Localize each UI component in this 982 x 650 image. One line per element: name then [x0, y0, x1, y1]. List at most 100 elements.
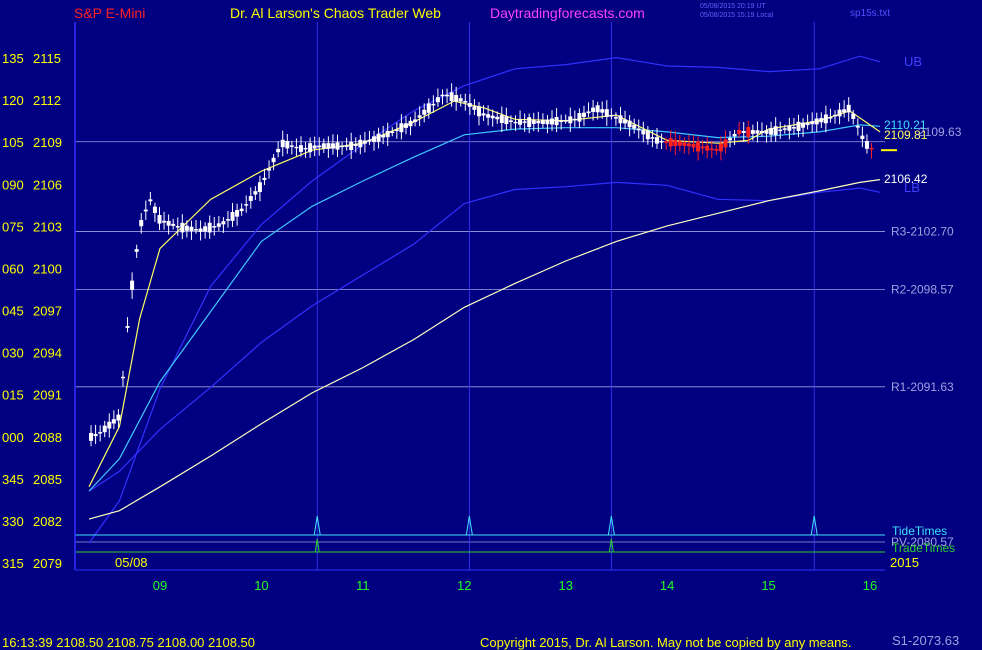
price-bar-body-62 [367, 139, 372, 142]
level-label-2: R2-2098.57 [891, 282, 954, 296]
date-label: 05/08 [115, 555, 148, 570]
price-bar-body-123 [645, 130, 650, 140]
price-bar-body-79 [445, 94, 450, 97]
x-tick-11: 11 [356, 578, 370, 593]
price-bar-body-148 [759, 130, 764, 133]
price-bar-body-67 [390, 131, 395, 134]
price-bar-body-82 [458, 98, 463, 102]
price-bar-body-147 [755, 130, 760, 134]
price-bar-body-54 [330, 143, 335, 149]
series-line-ema-fast [88, 100, 881, 488]
price-bar-body-57 [344, 145, 349, 147]
price-bar-body-163 [828, 117, 833, 119]
price-bar-body-38 [257, 182, 262, 193]
price-bar-body-63 [372, 136, 377, 142]
price-bar-body-58 [349, 141, 354, 151]
scale-file-label: sp15s.txt [850, 8, 890, 19]
price-bar-body-21 [180, 222, 185, 233]
y-tick-price-2094: 2094 [33, 346, 62, 361]
y-tick-deg-000: 000 [2, 430, 24, 445]
price-bar-body-23 [189, 226, 194, 232]
price-bar-body-18 [166, 220, 171, 226]
price-bar-body-122 [641, 129, 646, 135]
price-bar-body-127 [664, 141, 669, 143]
value-label-level: 2109.63 [918, 125, 962, 139]
footer-quote: 16:13:39 2108.50 2108.75 2108.00 2108.50 [2, 635, 255, 650]
price-bar-body-29 [216, 223, 221, 227]
band-label-ub: UB [904, 54, 922, 69]
price-bar-body-55 [335, 142, 340, 150]
price-bar-body-83 [463, 100, 468, 103]
price-bar-body-51 [317, 145, 322, 148]
price-bar-body-117 [618, 115, 623, 124]
price-bar-body-89 [490, 115, 495, 119]
price-bar-body-37 [253, 191, 258, 195]
price-bar-body-46 [294, 146, 299, 149]
price-bar-body-76 [431, 103, 436, 106]
price-bar-body-135 [700, 146, 705, 149]
y-tick-deg-090: 090 [2, 177, 24, 192]
price-bar-body-93 [508, 120, 513, 122]
trade-times-label: TradeTimes [892, 541, 955, 555]
y-tick-price-2109: 2109 [33, 135, 62, 150]
price-bar-body-47 [298, 145, 303, 152]
price-bar-body-69 [399, 123, 404, 133]
price-bar-body-155 [791, 127, 796, 129]
price-bar-body-165 [837, 109, 842, 117]
price-bar-body-7 [116, 414, 121, 421]
site-url-link[interactable]: Daytradingforecasts.com [490, 5, 645, 21]
price-bar-body-168 [851, 113, 856, 119]
price-bar-body-44 [285, 141, 290, 149]
price-bar-body-125 [655, 137, 659, 144]
level-label-1: R3-2102.70 [891, 225, 954, 239]
price-bar-body-77 [435, 97, 440, 103]
y-tick-deg-345: 345 [2, 472, 24, 487]
footer-copyright: Copyright 2015, Dr. Al Larson. May not b… [480, 635, 851, 650]
x-tick-16: 16 [863, 578, 877, 593]
y-tick-deg-075: 075 [2, 219, 24, 234]
price-bar-body-20 [175, 226, 180, 228]
price-bar-body-64 [376, 133, 381, 142]
price-bar-body-166 [842, 109, 847, 113]
y-axis: 135 2115 120 2112 105 2109 090 2106 075 2103 060 21… [2, 51, 62, 571]
price-bar-body-52 [321, 143, 326, 149]
price-bar-body-72 [413, 119, 418, 123]
price-bar-body-3 [98, 432, 103, 434]
price-bar-body-121 [636, 128, 641, 131]
band-label-lb: LB [904, 180, 920, 195]
price-bar-body-98 [531, 120, 536, 124]
y-tick-deg-330: 330 [2, 514, 24, 529]
x-axis: 09 10 11 12 13 14 15 16 05/08 2015 [115, 555, 919, 593]
price-bar-body-40 [267, 168, 272, 171]
indicator-lines [88, 55, 881, 544]
price-bar-body-161 [819, 118, 824, 123]
price-bar-body-115 [609, 115, 614, 117]
level-label-3: R1-2091.63 [891, 380, 954, 394]
price-bar-body-16 [157, 214, 162, 224]
price-bar-body-35 [244, 204, 249, 206]
price-bar-body-13 [143, 209, 148, 212]
right-labels: R3-2102.70R2-2098.57R1-2091.63PV-2080.57… [884, 54, 962, 555]
price-bar-body-81 [454, 94, 459, 102]
price-bar-body-96 [522, 121, 527, 123]
price-bar-body-43 [280, 139, 285, 148]
price-bar-body-131 [682, 142, 687, 146]
price-bar-body-111 [591, 107, 596, 112]
y-tick-deg-105: 105 [2, 135, 24, 150]
price-bar-body-140 [723, 139, 728, 148]
x-tick-15: 15 [761, 578, 775, 593]
price-bar-body-34 [239, 208, 244, 212]
y-tick-price-2091: 2091 [33, 388, 62, 403]
price-bar-body-167 [846, 104, 851, 113]
series-line-ema-mid [88, 124, 881, 492]
price-bar-body-59 [353, 144, 358, 146]
price-bar-body-103 [554, 116, 559, 126]
price-bar-body-86 [476, 106, 481, 117]
price-bar-body-172 [869, 147, 874, 150]
price-bar-body-25 [198, 228, 203, 232]
price-bar-body-78 [440, 94, 445, 97]
price-bar-body-32 [230, 211, 235, 221]
y-tick-deg-045: 045 [2, 304, 24, 319]
price-bar-body-19 [171, 223, 176, 226]
price-bar-body-149 [764, 130, 769, 134]
